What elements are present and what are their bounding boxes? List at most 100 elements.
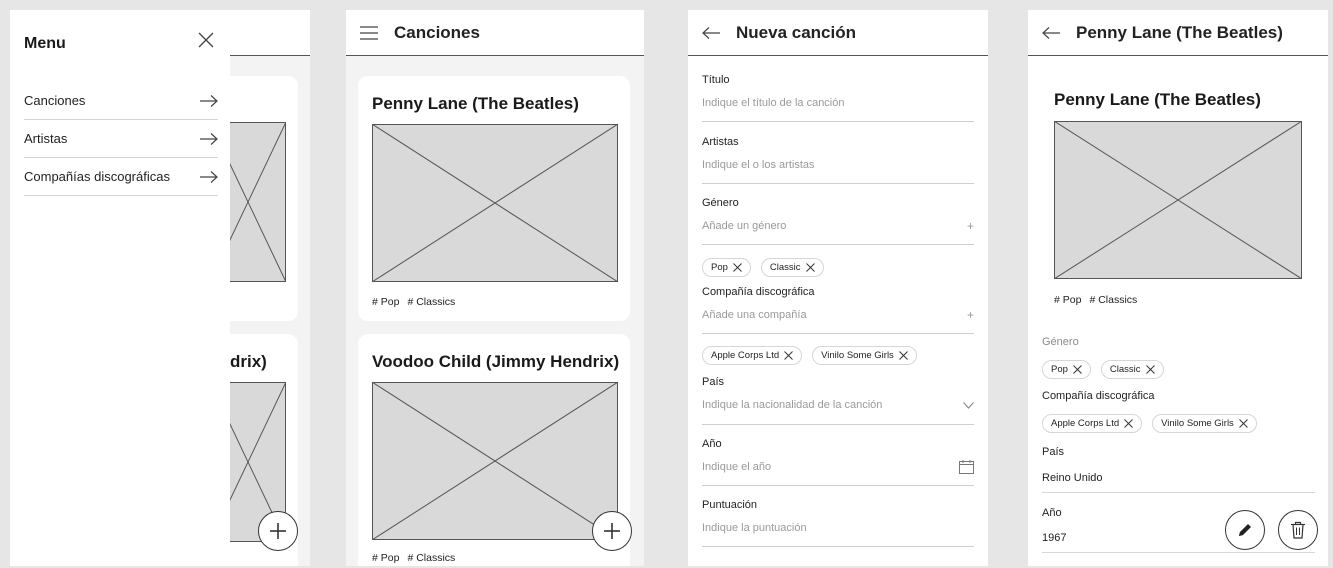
plus-icon bbox=[270, 523, 286, 539]
year-field[interactable]: Año Indique el año bbox=[702, 438, 974, 486]
add-icon[interactable]: + bbox=[967, 308, 974, 322]
genre-chip: Pop bbox=[1042, 360, 1091, 379]
arrow-right-icon bbox=[200, 132, 218, 145]
genre-chip[interactable]: Pop bbox=[702, 258, 751, 277]
close-icon[interactable] bbox=[733, 263, 742, 272]
menu-item-artistas[interactable]: Artistas bbox=[24, 120, 218, 158]
close-icon[interactable] bbox=[898, 351, 908, 360]
genre-chip[interactable]: Classic bbox=[760, 258, 824, 277]
close-icon[interactable] bbox=[784, 351, 793, 360]
chevron-down-icon[interactable] bbox=[963, 401, 974, 409]
back-arrow-icon[interactable] bbox=[1042, 26, 1060, 39]
close-icon[interactable] bbox=[805, 263, 815, 272]
close-icon bbox=[1238, 419, 1248, 428]
field-placeholder: Añade un género bbox=[702, 220, 787, 232]
genre-chip: Classic bbox=[1100, 360, 1164, 379]
song-tags: # Pop # Classics bbox=[372, 296, 463, 308]
field-placeholder: Indique el o los artistas bbox=[702, 159, 815, 171]
company-label: Compañía discográfica bbox=[1042, 390, 1155, 402]
tag: # Classics bbox=[1089, 294, 1138, 306]
card-title-behind-fragment: drix) bbox=[230, 352, 267, 371]
genre-chips: Pop Classic bbox=[1042, 360, 1164, 379]
field-label: Año bbox=[702, 438, 722, 450]
add-icon[interactable]: + bbox=[967, 219, 974, 233]
song-title: Penny Lane (The Beatles) bbox=[1054, 90, 1261, 109]
add-song-button-behind[interactable] bbox=[258, 511, 298, 551]
field-placeholder: Añade una compañía bbox=[702, 309, 807, 321]
field-label: País bbox=[702, 376, 725, 388]
company-chips: Apple Corps Ltd Vinilo Some Girls bbox=[1042, 414, 1257, 433]
field-placeholder: Indique la nacionalidad de la canción bbox=[702, 399, 883, 411]
rating-field[interactable]: Puntuación Indique la puntuación bbox=[702, 499, 974, 547]
page-title: Penny Lane (The Beatles) bbox=[1076, 22, 1283, 42]
song-list-screen: Canciones Penny Lane (The Beatles) # Pop… bbox=[346, 10, 644, 566]
menu-item-canciones[interactable]: Canciones bbox=[24, 82, 218, 120]
field-label: Puntuación bbox=[702, 499, 758, 511]
song-tags: # Pop # Classics bbox=[1054, 294, 1145, 306]
genre-label: Género bbox=[1042, 336, 1079, 348]
tag: # Pop bbox=[372, 296, 400, 308]
divider bbox=[1042, 552, 1315, 553]
image-placeholder bbox=[372, 124, 618, 282]
song-card[interactable]: Voodoo Child (Jimmy Hendrix) # Pop # Clas… bbox=[358, 334, 630, 566]
menu-item-companias[interactable]: Compañías discográficas bbox=[24, 158, 218, 196]
field-placeholder: Indique el título de la canción bbox=[702, 97, 845, 109]
delete-button[interactable] bbox=[1278, 510, 1318, 550]
plus-icon bbox=[604, 523, 620, 539]
company-chip: Apple Corps Ltd bbox=[1042, 414, 1143, 433]
close-icon bbox=[1124, 419, 1133, 428]
song-card[interactable]: Penny Lane (The Beatles) # Pop # Classics bbox=[358, 76, 630, 321]
menu-title: Menu bbox=[24, 35, 66, 52]
company-chip[interactable]: Apple Corps Ltd bbox=[702, 346, 803, 365]
close-icon[interactable] bbox=[198, 32, 214, 53]
image-placeholder bbox=[1054, 121, 1302, 279]
song-detail-screen: Penny Lane (The Beatles) Penny Lane (The… bbox=[1028, 10, 1328, 566]
field-label: Artistas bbox=[702, 136, 739, 148]
close-icon bbox=[1073, 365, 1082, 374]
tag: # Pop bbox=[1054, 294, 1082, 306]
tag: # Classics bbox=[407, 296, 456, 308]
company-chip: Vinilo Some Girls bbox=[1152, 414, 1257, 433]
field-label: Título bbox=[702, 74, 730, 86]
genre-field[interactable]: Género Añade un género + bbox=[702, 197, 974, 245]
field-placeholder: Indique el año bbox=[702, 461, 772, 473]
edit-button[interactable] bbox=[1225, 510, 1265, 550]
navigation-drawer: Menu Canciones Artistas Compañías discog… bbox=[10, 10, 230, 566]
genre-chips: Pop Classic bbox=[702, 258, 824, 277]
year-value: 1967 bbox=[1042, 532, 1067, 544]
trash-icon bbox=[1291, 521, 1305, 539]
song-tags: # Pop # Classics bbox=[372, 552, 463, 564]
add-song-button[interactable] bbox=[592, 511, 632, 551]
divider bbox=[1042, 492, 1315, 493]
menu-item-label: Canciones bbox=[24, 93, 86, 108]
back-arrow-icon[interactable] bbox=[702, 26, 720, 39]
song-card-title: Penny Lane (The Beatles) bbox=[372, 94, 579, 113]
company-chip[interactable]: Vinilo Some Girls bbox=[812, 346, 917, 365]
calendar-icon[interactable] bbox=[959, 460, 974, 474]
page-title: Canciones bbox=[394, 22, 480, 42]
pencil-icon bbox=[1239, 524, 1251, 536]
app-bar: Nueva canción bbox=[688, 10, 988, 56]
country-value: Reino Unido bbox=[1042, 472, 1103, 484]
hamburger-menu-icon[interactable] bbox=[360, 25, 378, 40]
tag: # Pop bbox=[372, 552, 400, 564]
company-field[interactable]: Compañía discográfica Añade una compañía… bbox=[702, 286, 974, 334]
company-chips: Apple Corps Ltd Vinilo Some Girls bbox=[702, 346, 917, 365]
field-label: Compañía discográfica bbox=[702, 286, 815, 298]
year-label: Año bbox=[1042, 507, 1062, 519]
song-card-title: Voodoo Child (Jimmy Hendrix) bbox=[372, 352, 620, 371]
artists-field[interactable]: Artistas Indique el o los artistas bbox=[702, 136, 974, 184]
app-bar: Penny Lane (The Beatles) bbox=[1028, 10, 1328, 56]
app-bar: Canciones bbox=[346, 10, 644, 56]
country-field[interactable]: País Indique la nacionalidad de la canci… bbox=[702, 376, 974, 425]
menu-item-label: Compañías discográficas bbox=[24, 169, 170, 184]
new-song-screen: Nueva canción Título Indique el título d… bbox=[688, 10, 988, 566]
arrow-right-icon bbox=[200, 94, 218, 107]
field-placeholder: Indique la puntuación bbox=[702, 522, 807, 534]
tag: # Classics bbox=[407, 552, 456, 564]
close-icon bbox=[1145, 365, 1155, 374]
page-title: Nueva canción bbox=[736, 22, 856, 42]
image-placeholder bbox=[372, 382, 618, 540]
title-field[interactable]: Título Indique el título de la canción bbox=[702, 74, 974, 122]
arrow-right-icon bbox=[200, 170, 218, 183]
